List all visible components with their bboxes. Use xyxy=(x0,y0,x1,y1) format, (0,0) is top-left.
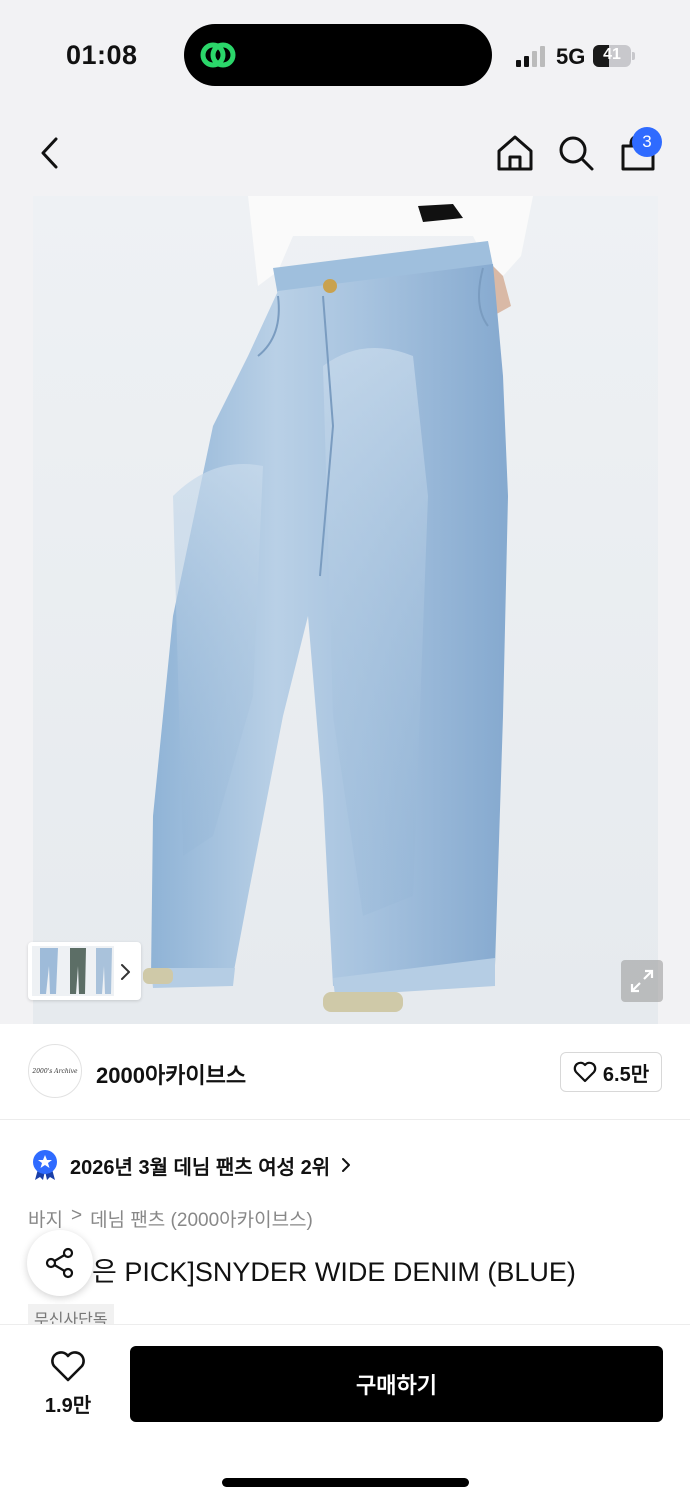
cart-count-badge: 3 xyxy=(632,127,662,157)
share-button[interactable] xyxy=(27,1230,93,1296)
share-icon xyxy=(45,1247,74,1279)
brand-row: 2000's Archive 2000아카이브스 6.5만 xyxy=(0,1024,690,1120)
chevron-right-icon xyxy=(121,964,130,980)
signal-icon xyxy=(516,46,545,67)
search-button[interactable] xyxy=(552,129,600,177)
bottom-action-bar: 1.9만 구매하기 xyxy=(0,1324,690,1500)
home-icon xyxy=(497,135,533,171)
status-bar: 01:08 5G 41 xyxy=(0,0,690,110)
chevron-right-icon xyxy=(342,1158,351,1172)
buy-button[interactable]: 구매하기 xyxy=(130,1346,663,1422)
ranking-link[interactable]: 2026년 3월 데님 팬츠 여성 2위 xyxy=(30,1148,352,1182)
status-time: 01:08 xyxy=(66,40,138,70)
back-button[interactable] xyxy=(26,129,74,177)
ranking-badge-icon xyxy=(33,1150,57,1180)
brand-name[interactable]: 2000아카이브스 xyxy=(96,1058,246,1090)
brand-logo[interactable]: 2000's Archive xyxy=(28,1044,82,1098)
expand-icon xyxy=(630,969,654,993)
chevron-left-icon xyxy=(41,137,58,169)
product-image-area xyxy=(0,196,690,1024)
link-icon xyxy=(200,42,236,68)
battery-level: 41 xyxy=(603,46,621,63)
expand-image-button[interactable] xyxy=(621,960,663,1002)
heart-icon xyxy=(573,1061,597,1083)
ranking-text: 2026년 3월 데님 팬츠 여성 2위 xyxy=(70,1156,331,1179)
wishlist-button[interactable]: 1.9만 xyxy=(36,1351,100,1421)
heart-icon xyxy=(51,1351,85,1382)
top-navigation xyxy=(0,110,690,196)
product-photo[interactable] xyxy=(33,196,658,1024)
network-type: 5G xyxy=(556,44,586,69)
wishlist-count: 1.9만 xyxy=(44,1395,92,1417)
exclusive-tag: 무신사단독 xyxy=(28,1304,114,1326)
brand-like-button[interactable]: 6.5만 xyxy=(560,1052,662,1092)
breadcrumb-subcategory[interactable]: 데님 팬츠 (2000아카이브스) xyxy=(90,1205,313,1232)
dynamic-island xyxy=(184,24,492,86)
breadcrumb-separator: > xyxy=(70,1205,83,1226)
product-title: 은 PICK]SNYDER WIDE DENIM (BLUE) xyxy=(92,1257,576,1287)
home-button[interactable] xyxy=(491,129,539,177)
home-indicator xyxy=(222,1478,469,1487)
brand-like-count: 6.5만 xyxy=(602,1063,650,1086)
battery-icon: 41 xyxy=(593,45,635,67)
breadcrumb: 바지 > 데님 팬츠 (2000아카이브스) xyxy=(28,1205,313,1232)
search-icon xyxy=(559,136,594,171)
breadcrumb-category[interactable]: 바지 xyxy=(28,1205,63,1232)
